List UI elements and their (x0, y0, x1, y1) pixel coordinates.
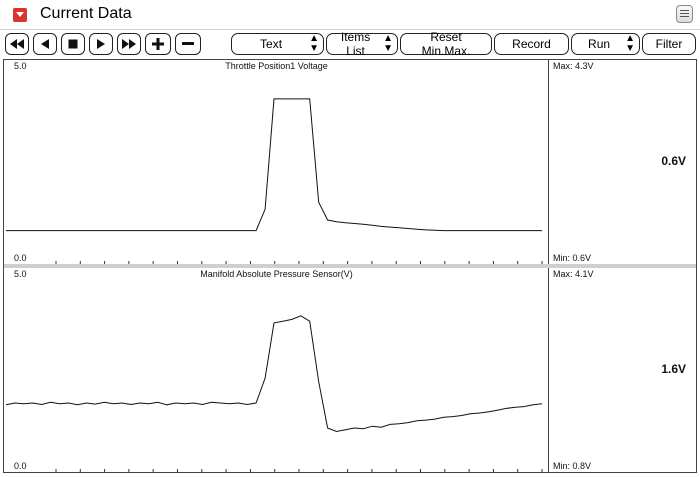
max-value: Max: 4.3V (553, 61, 594, 71)
filter-label: Filter (655, 37, 683, 51)
y-min-label: 0.0 (14, 461, 27, 471)
stop-icon (68, 39, 78, 49)
title-bar: Current Data (0, 0, 700, 30)
line-chart (6, 98, 543, 264)
toolbar: Text ▲ ▼ Items List ▲ ▼ Reset Min.Max. Rec… (0, 30, 700, 58)
window-menu-icon[interactable] (13, 8, 27, 22)
fast-forward-button[interactable] (117, 33, 141, 55)
plot-area: 5.0 0.0 Throttle Position1 Voltage (4, 60, 549, 264)
value-readout: Max: 4.3V 0.6V Min: 0.6V (549, 60, 696, 264)
value-readout: Max: 4.1V 1.6V Min: 0.8V (549, 268, 696, 472)
panel-title: Throttle Position1 Voltage (225, 61, 328, 71)
items-list-label: Items List (340, 30, 371, 58)
items-list-select[interactable]: Items List ▲ ▼ (326, 30, 398, 58)
zoom-in-button[interactable] (145, 33, 171, 55)
spinner-icon: ▲ ▼ (309, 33, 319, 54)
play-button[interactable] (89, 33, 113, 55)
max-value: Max: 4.1V (553, 269, 594, 279)
record-label: Record (512, 37, 551, 51)
play-icon (97, 39, 105, 49)
plus-icon (152, 38, 164, 50)
fast-forward-icon (122, 39, 136, 49)
step-back-button[interactable] (33, 33, 57, 55)
run-mode-value: Run (588, 37, 611, 51)
series-line (5, 315, 543, 433)
graph-panel-throttle[interactable]: 5.0 0.0 Throttle Position1 Voltage Max: … (4, 60, 696, 264)
spinner-icon: ▲ ▼ (625, 33, 635, 54)
panel-title: Manifold Absolute Pressure Sensor(V) (200, 269, 353, 279)
rewind-button[interactable] (5, 33, 29, 55)
display-mode-select[interactable]: Text ▲ ▼ (231, 33, 324, 55)
line-chart (5, 315, 543, 472)
plot-area: 5.0 0.0 Manifold Absolute Pressure Senso… (4, 268, 549, 472)
reset-min-max-button[interactable]: Reset Min.Max. (400, 30, 492, 58)
current-value: 0.6V (661, 154, 686, 168)
min-value: Min: 0.6V (553, 253, 592, 263)
current-value: 1.6V (661, 362, 686, 376)
zoom-out-button[interactable] (175, 33, 201, 55)
step-back-icon (41, 39, 49, 49)
options-menu-icon[interactable] (676, 5, 693, 23)
display-mode-value: Text (260, 37, 283, 51)
stop-button[interactable] (61, 33, 85, 55)
run-mode-select[interactable]: Run ▲ ▼ (571, 33, 640, 55)
y-min-label: 0.0 (14, 253, 27, 263)
graph-area: 5.0 0.0 Throttle Position1 Voltage Max: … (3, 59, 697, 473)
reset-min-max-label: Reset Min.Max. (421, 30, 471, 58)
graph-panel-map-sensor[interactable]: 5.0 0.0 Manifold Absolute Pressure Senso… (4, 268, 696, 472)
rewind-icon (10, 39, 24, 49)
minus-icon (182, 42, 194, 45)
spinner-icon: ▲ ▼ (383, 33, 393, 54)
record-button[interactable]: Record (494, 33, 569, 55)
window-title: Current Data (40, 5, 132, 22)
filter-button[interactable]: Filter (642, 33, 696, 55)
series-line (6, 98, 542, 232)
min-value: Min: 0.8V (553, 461, 592, 471)
